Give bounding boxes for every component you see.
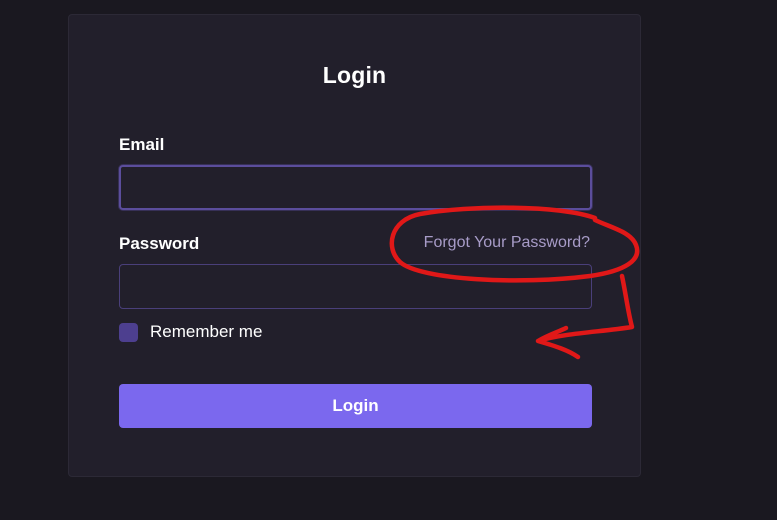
password-field[interactable] bbox=[119, 264, 592, 309]
forgot-password-link[interactable]: Forgot Your Password? bbox=[424, 234, 590, 252]
email-label: Email bbox=[119, 135, 165, 154]
remember-me-label[interactable]: Remember me bbox=[150, 322, 262, 342]
page: Login Email Password Forgot Your Passwor… bbox=[0, 0, 777, 520]
email-field[interactable] bbox=[119, 165, 592, 210]
password-label: Password bbox=[119, 234, 200, 253]
login-card: Login Email Password Forgot Your Passwor… bbox=[68, 14, 641, 477]
remember-me-row[interactable]: Remember me bbox=[119, 322, 262, 342]
login-button[interactable]: Login bbox=[119, 384, 592, 428]
page-title: Login bbox=[322, 62, 387, 88]
remember-me-checkbox[interactable] bbox=[119, 322, 138, 342]
